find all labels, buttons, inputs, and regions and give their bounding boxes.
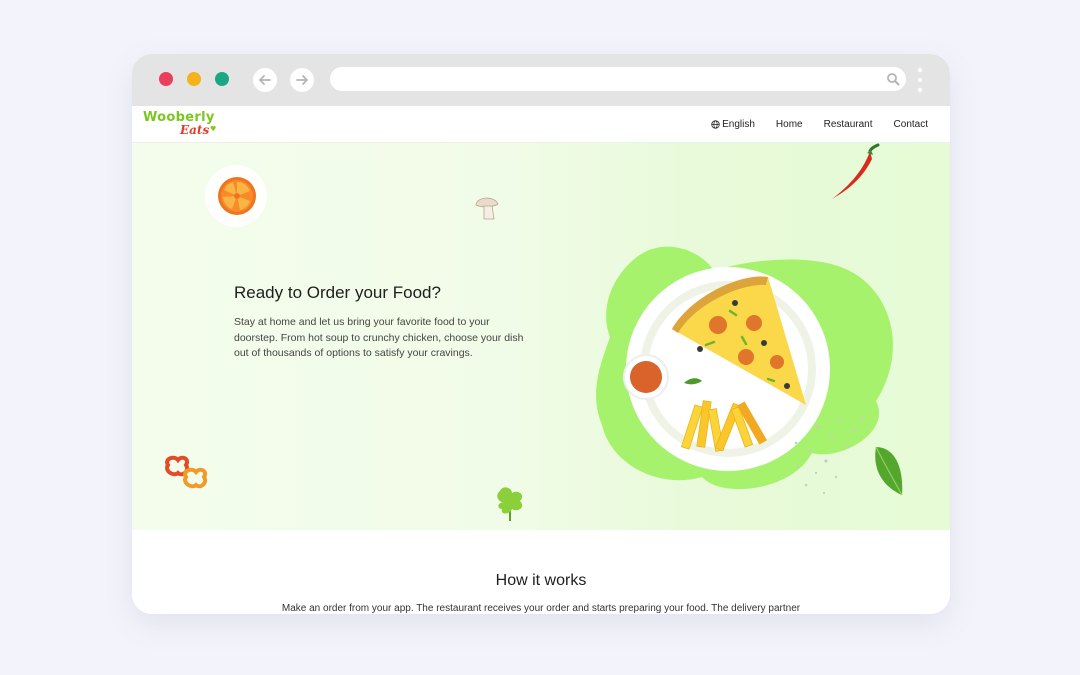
forward-button[interactable] (290, 68, 314, 92)
nav-link-home[interactable]: Home (776, 119, 803, 130)
arrow-left-icon (258, 73, 272, 87)
chili-pepper-illustration (820, 143, 886, 207)
browser-window: Wooberly Eats ♥ English Home Restaurant … (132, 54, 950, 614)
maximize-window-dot[interactable] (215, 72, 229, 86)
how-it-works-section: How it works Make an order from your app… (132, 530, 950, 614)
nav-link-restaurant[interactable]: Restaurant (824, 119, 873, 130)
hero-title: Ready to Order your Food? (234, 283, 441, 303)
main-menu: English Home Restaurant Contact (711, 106, 928, 142)
mushroom-illustration (470, 191, 506, 225)
nav-link-contact[interactable]: Contact (894, 119, 928, 130)
bell-pepper-rings-illustration (160, 453, 214, 497)
site-navbar: Wooberly Eats ♥ English Home Restaurant … (132, 106, 950, 143)
language-selector[interactable]: English (711, 119, 755, 130)
heart-icon: ♥ (210, 125, 216, 133)
parsley-illustration (488, 483, 532, 527)
back-button[interactable] (253, 68, 277, 92)
address-bar[interactable] (330, 67, 906, 91)
kebab-menu-icon[interactable] (918, 68, 922, 92)
brand-logo[interactable]: Wooberly Eats ♥ (143, 110, 223, 140)
minimize-window-dot[interactable] (187, 72, 201, 86)
how-it-works-text: Make an order from your app. The restaur… (132, 603, 950, 614)
tomato-slice-illustration (200, 163, 272, 229)
arrow-right-icon (295, 73, 309, 87)
spices-illustration (788, 407, 914, 507)
close-window-dot[interactable] (159, 72, 173, 86)
hero-description: Stay at home and let us bring your favor… (234, 315, 534, 362)
browser-toolbar (132, 54, 950, 106)
search-icon[interactable] (886, 72, 900, 86)
logo-text-line2: Eats (180, 123, 209, 137)
hero-section: Ready to Order your Food? Stay at home a… (132, 143, 950, 530)
globe-icon (711, 120, 720, 129)
how-it-works-title: How it works (132, 572, 950, 590)
language-label: English (722, 119, 755, 130)
